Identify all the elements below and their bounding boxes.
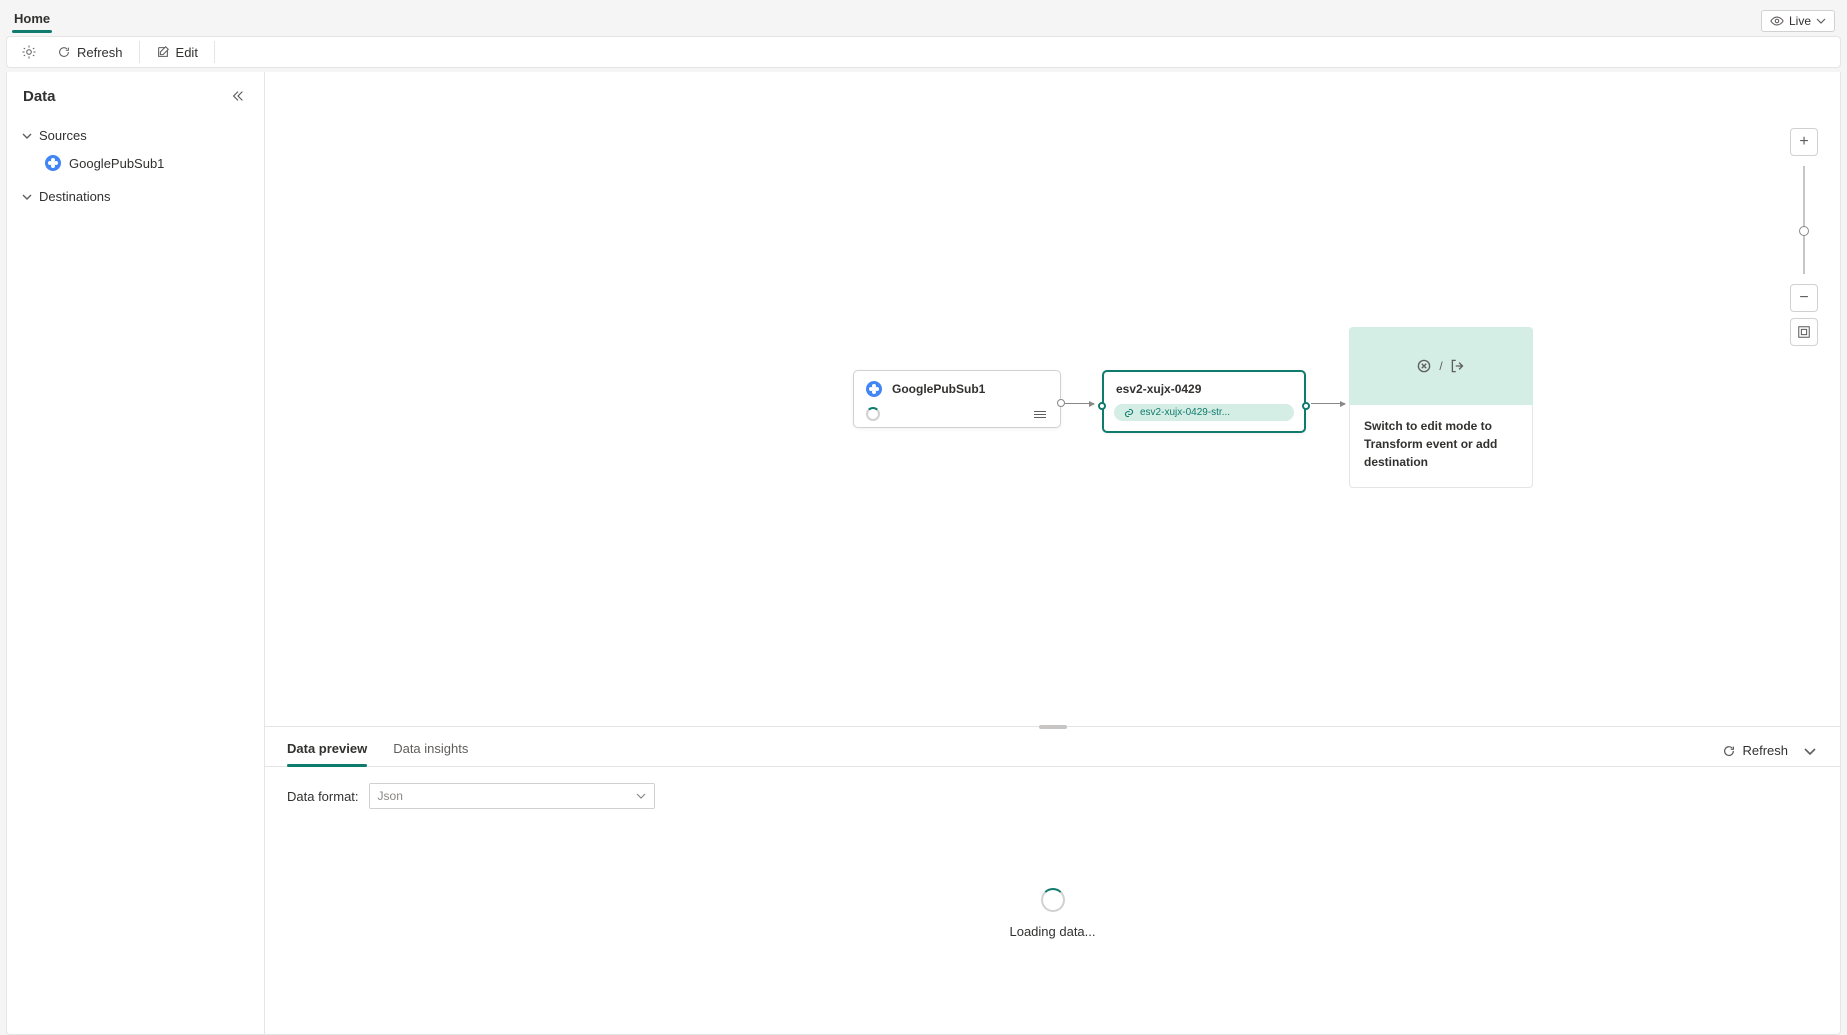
bottom-panel: Data preview Data insights Refresh [265, 726, 1840, 1034]
edge [1064, 403, 1094, 404]
chevron-down-icon [1816, 16, 1826, 26]
link-icon [1124, 408, 1134, 418]
node-stream-title: esv2-xujx-0429 [1114, 382, 1294, 396]
loading-spinner-icon [1041, 888, 1065, 912]
mode-dropdown[interactable]: Live [1761, 10, 1835, 32]
destinations-label: Destinations [39, 189, 111, 204]
data-format-label: Data format: [287, 789, 359, 804]
edit-label: Edit [176, 45, 198, 60]
output-icon [1449, 357, 1467, 375]
loading-spinner-icon [866, 407, 880, 421]
toolbar-divider [139, 41, 140, 63]
tree-section-destinations[interactable]: Destinations [17, 183, 254, 210]
chevron-down-icon [1802, 743, 1818, 759]
refresh-label: Refresh [77, 45, 123, 60]
zoom-out-button[interactable]: − [1790, 284, 1818, 312]
node-stream-pill-label: esv2-xujx-0429-str... [1140, 407, 1230, 418]
slash-text: / [1439, 359, 1442, 373]
zoom-thumb[interactable] [1799, 226, 1809, 236]
zoom-slider[interactable] [1803, 166, 1805, 274]
panel-refresh-label: Refresh [1742, 743, 1788, 758]
transform-icon [1415, 357, 1433, 375]
sidebar-item-googlepubsub[interactable]: GooglePubSub1 [17, 149, 254, 177]
eye-icon [1770, 14, 1784, 28]
gear-icon [21, 44, 37, 60]
fit-icon [1797, 325, 1811, 339]
toolbar: Refresh Edit [6, 36, 1841, 68]
toolbar-divider-2 [214, 41, 215, 63]
node-port-out[interactable] [1302, 402, 1310, 410]
settings-button[interactable] [15, 38, 43, 66]
canvas[interactable]: + − GooglePubSub1 [265, 72, 1840, 726]
loading-text: Loading data... [1009, 924, 1095, 939]
sidebar: Data Sources GooglePubSub1 [7, 72, 265, 1034]
edit-icon [156, 45, 170, 59]
zoom-in-button[interactable]: + [1790, 128, 1818, 156]
edit-button[interactable]: Edit [148, 38, 206, 66]
node-stream[interactable]: esv2-xujx-0429 esv2-xujx-0429-str... [1102, 370, 1306, 433]
chevron-down-icon [21, 130, 33, 142]
node-destination-placeholder[interactable]: / Switch to edit mode to Transform event… [1349, 327, 1533, 488]
collapse-sidebar-button[interactable] [228, 86, 248, 106]
panel-refresh-button[interactable]: Refresh [1722, 743, 1788, 758]
node-stream-pill[interactable]: esv2-xujx-0429-str... [1114, 404, 1294, 421]
chevron-down-icon [21, 191, 33, 203]
pubsub-icon [866, 381, 882, 397]
panel-resize-handle[interactable] [1039, 725, 1067, 729]
mode-label: Live [1789, 14, 1811, 28]
chevron-double-left-icon [231, 89, 245, 103]
sidebar-title: Data [23, 88, 56, 105]
chevron-down-icon [636, 791, 646, 801]
node-source-title: GooglePubSub1 [892, 382, 985, 396]
refresh-button[interactable]: Refresh [49, 38, 131, 66]
refresh-icon [57, 45, 71, 59]
data-format-select[interactable]: Json [369, 783, 655, 809]
pubsub-icon [45, 155, 61, 171]
tab-data-preview[interactable]: Data preview [287, 735, 367, 766]
edge [1311, 403, 1345, 404]
tree-section-sources[interactable]: Sources [17, 122, 254, 149]
node-menu-button[interactable] [1032, 409, 1048, 420]
refresh-icon [1722, 744, 1736, 758]
data-format-value: Json [378, 789, 403, 803]
sources-label: Sources [39, 128, 87, 143]
collapse-panel-button[interactable] [1802, 743, 1818, 759]
fit-to-screen-button[interactable] [1790, 318, 1818, 346]
node-destination-text: Switch to edit mode to Transform event o… [1349, 405, 1533, 488]
tab-data-insights[interactable]: Data insights [393, 735, 468, 766]
node-port-in[interactable] [1098, 402, 1106, 410]
node-source[interactable]: GooglePubSub1 [853, 370, 1061, 428]
sidebar-item-label: GooglePubSub1 [69, 156, 164, 171]
tab-home[interactable]: Home [12, 7, 52, 32]
